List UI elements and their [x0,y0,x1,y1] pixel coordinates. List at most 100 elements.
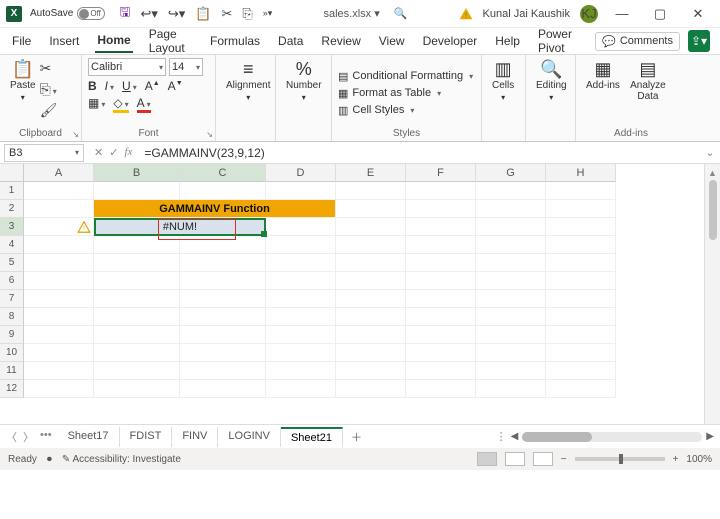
tab-data[interactable]: Data [276,30,305,52]
sheet-tab-sheet17[interactable]: Sheet17 [58,427,120,447]
cell-A3[interactable]: ! [24,218,94,236]
row-header-9[interactable]: 9 [0,326,24,344]
tab-power-pivot[interactable]: Power Pivot [536,23,581,59]
user-avatar[interactable]: KJ [580,5,598,23]
search-icon[interactable]: 🔍 [394,7,408,20]
cell-E3[interactable] [336,218,406,236]
alignment-button[interactable]: ≡Alignment▾ [222,58,274,104]
formula-input[interactable]: =GAMMAINV(23,9,12) [138,146,700,160]
fill-handle[interactable] [261,231,267,237]
row-header-12[interactable]: 12 [0,380,24,398]
expand-formula-bar-icon[interactable]: ⌄ [700,146,720,159]
row-header-1[interactable]: 1 [0,182,24,200]
analyze-data-button[interactable]: ▤Analyze Data [624,58,672,104]
tab-help[interactable]: Help [493,30,522,52]
row-header-7[interactable]: 7 [0,290,24,308]
copy-qat-icon[interactable]: ⎘ [242,6,252,22]
fill-color-icon[interactable]: ◇ [113,96,128,113]
copy-icon[interactable]: ⎘ [40,81,58,98]
cell-G1[interactable] [476,182,546,200]
add-sheet-button[interactable]: ＋ [343,429,370,445]
cell-styles-button[interactable]: ▥ Cell Styles [338,104,414,117]
editing-button[interactable]: 🔍Editing▾ [532,58,571,104]
zoom-in-button[interactable]: + [673,454,679,465]
close-button[interactable]: ✕ [684,6,712,22]
enter-formula-icon[interactable]: ✓ [109,146,118,159]
vertical-scrollbar[interactable]: ▲ [704,164,720,424]
col-header-C[interactable]: C [180,164,266,182]
cell-F2[interactable] [406,200,476,218]
font-size-select[interactable]: 14▾ [169,58,203,76]
cells-button[interactable]: ▥Cells▾ [488,58,518,104]
col-header-D[interactable]: D [266,164,336,182]
cell-D3[interactable] [266,218,336,236]
row-header-2[interactable]: 2 [0,200,24,218]
cell-B2-D2-merged[interactable]: GAMMAINV Function [94,200,336,218]
row-header-10[interactable]: 10 [0,344,24,362]
add-ins-button[interactable]: ▦Add-ins [582,58,624,93]
cell-C1[interactable] [180,182,266,200]
zoom-level[interactable]: 100% [686,454,712,465]
tab-home[interactable]: Home [95,29,132,53]
cell-H1[interactable] [546,182,616,200]
tab-formulas[interactable]: Formulas [208,30,262,52]
col-header-B[interactable]: B [94,164,180,182]
cell-B1[interactable] [94,182,180,200]
cell-F1[interactable] [406,182,476,200]
col-header-E[interactable]: E [336,164,406,182]
tab-file[interactable]: File [10,30,33,52]
redo-icon[interactable]: ↪▾ [168,6,185,22]
tab-view[interactable]: View [377,30,407,52]
maximize-button[interactable]: ▢ [646,6,674,22]
save-icon[interactable]: 🖫 [119,3,130,25]
italic-button[interactable]: I [105,79,114,93]
user-name-label[interactable]: Kunal Jai Kaushik [483,8,570,20]
undo-icon[interactable]: ↩▾ [140,6,157,22]
increase-font-icon[interactable]: A▲ [145,79,160,93]
tab-developer[interactable]: Developer [421,30,480,52]
row-header-11[interactable]: 11 [0,362,24,380]
view-page-layout-button[interactable] [505,452,525,466]
qat-more-icon[interactable]: »▾ [263,8,273,19]
borders-icon[interactable]: ▦ [88,96,105,113]
fx-icon[interactable]: fx [124,146,132,159]
cut-icon[interactable]: ✂ [40,60,58,77]
paste-button[interactable]: 📋 Paste▾ [6,58,40,104]
col-header-G[interactable]: G [476,164,546,182]
decrease-font-icon[interactable]: A▼ [168,79,183,93]
tab-insert[interactable]: Insert [47,30,81,52]
cell-G3[interactable] [476,218,546,236]
tab-review[interactable]: Review [319,30,362,52]
underline-button[interactable]: U [122,79,137,93]
cell-F3[interactable] [406,218,476,236]
file-name[interactable]: sales.xlsx ▾ [323,7,379,20]
row-header-3[interactable]: 3 [0,218,24,236]
horizontal-scrollbar[interactable]: ⋮◀▶ [370,430,720,443]
row-header-5[interactable]: 5 [0,254,24,272]
view-page-break-button[interactable] [533,452,553,466]
view-normal-button[interactable] [477,452,497,466]
sheet-nav-prev-icon[interactable]: 〈 [6,429,17,445]
format-as-table-button[interactable]: ▦ Format as Table [338,87,441,100]
cell-D1[interactable] [266,182,336,200]
row-header-8[interactable]: 8 [0,308,24,326]
cell-A1[interactable] [24,182,94,200]
sheet-tab-loginv[interactable]: LOGINV [218,427,281,447]
accessibility-status[interactable]: ✎ Accessibility: Investigate [62,454,181,465]
sheet-tab-fdist[interactable]: FDIST [120,427,173,447]
cancel-formula-icon[interactable]: ✕ [94,146,103,159]
zoom-slider[interactable] [575,457,665,461]
cell-A2[interactable] [24,200,94,218]
sheet-tab-finv[interactable]: FINV [172,427,218,447]
autosave-toggle[interactable]: AutoSave Off [30,7,105,20]
font-name-select[interactable]: Calibri▾ [88,58,166,76]
cell-G2[interactable] [476,200,546,218]
col-header-A[interactable]: A [24,164,94,182]
bold-button[interactable]: B [88,79,97,93]
clipboard-launcher-icon[interactable]: ↘ [72,130,79,139]
tab-page-layout[interactable]: Page Layout [147,23,194,59]
cut-qat-icon[interactable]: ✂ [221,6,232,22]
number-button[interactable]: %Number▾ [282,58,326,104]
minimize-button[interactable]: — [608,6,636,21]
cell-H3[interactable] [546,218,616,236]
